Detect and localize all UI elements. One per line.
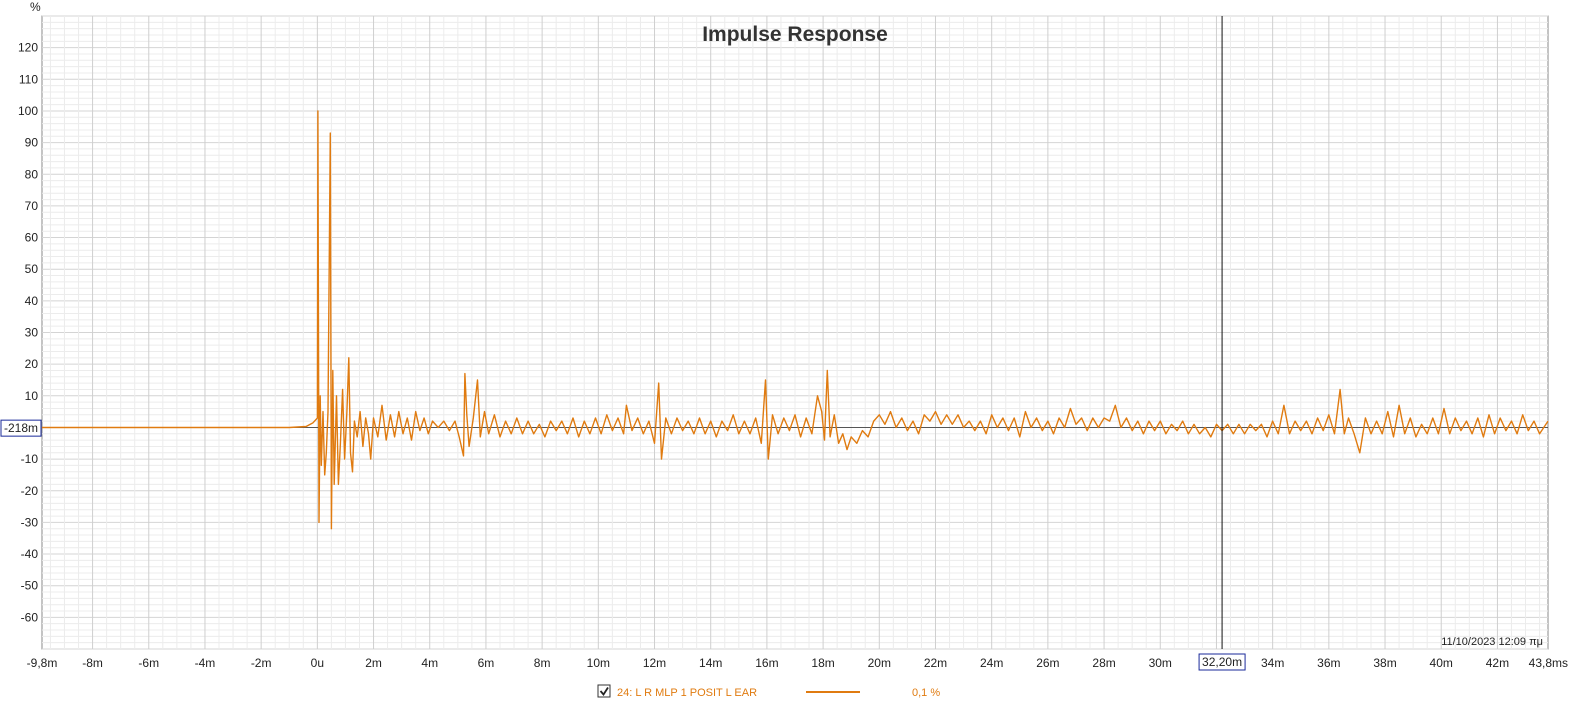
y-tick-label: 110	[19, 72, 38, 86]
x-axis-ticks: -9,8m -8m -6m -4m -2m 0u 2m 4m 6m 8m 10m 12m 14m 16m 1…	[27, 656, 1568, 670]
y-axis-ticks: 120 110 100 90 80 70 60 50 40 30 20 10 -10 -20 -30 -40 -…	[18, 41, 38, 625]
x-tick-label: -4m	[195, 656, 216, 670]
x-tick-label: 10m	[587, 656, 610, 670]
x-tick-label: 38m	[1373, 656, 1396, 670]
y-tick-label: -50	[21, 579, 39, 593]
y-tick-label: -30	[21, 515, 39, 529]
y-tick-label: 80	[25, 167, 39, 181]
legend-checkbox[interactable]	[597, 684, 611, 698]
y-tick-label: 70	[25, 199, 39, 213]
y-tick-label: 50	[25, 262, 39, 276]
cursor-x-readout: 32,20m	[1202, 655, 1242, 669]
y-tick-label: 120	[18, 41, 38, 55]
y-tick-label: -20	[21, 484, 39, 498]
chart-title: Impulse Response	[702, 23, 888, 46]
x-tick-label: 18m	[811, 656, 834, 670]
x-tick-label: 4m	[421, 656, 438, 670]
grid-lines	[42, 15, 1548, 650]
y-tick-label: 10	[25, 389, 39, 403]
y-tick-label: 40	[25, 294, 39, 308]
x-tick-label: -2m	[251, 656, 272, 670]
x-tick-label: 12m	[643, 656, 666, 670]
y-tick-label: 20	[25, 357, 39, 371]
legend-series-label[interactable]: 24: L R MLP 1 POSIT L EAR	[617, 687, 757, 699]
x-tick-label: 43,8ms	[1529, 656, 1568, 670]
y-axis-unit-label: %	[30, 0, 41, 14]
x-tick-label: 8m	[534, 656, 551, 670]
x-tick-label: 22m	[924, 656, 947, 670]
x-tick-label: 16m	[755, 656, 778, 670]
x-tick-label: 36m	[1317, 656, 1340, 670]
y-tick-label: 90	[25, 136, 39, 150]
y-tick-label: 100	[18, 104, 38, 118]
x-tick-label: -9,8m	[27, 656, 58, 670]
impulse-response-chart[interactable]: -218m 32,20m 120 110 100 90 80 70 60 50 40 30 20 10 -…	[0, 0, 1590, 717]
x-tick-label: 26m	[1036, 656, 1059, 670]
x-tick-label: 30m	[1149, 656, 1172, 670]
x-tick-label: 40m	[1430, 656, 1453, 670]
y-tick-label: 30	[25, 326, 39, 340]
x-tick-label: -6m	[138, 656, 159, 670]
x-tick-label: 34m	[1261, 656, 1284, 670]
y-tick-label: -10	[21, 452, 39, 466]
legend-smoothing-label: 0,1 %	[912, 687, 940, 699]
x-tick-label: 0u	[311, 656, 324, 670]
x-tick-label: 6m	[478, 656, 495, 670]
y-tick-label: -60	[21, 610, 39, 624]
y-tick-label: 60	[25, 231, 39, 245]
x-tick-label: 28m	[1092, 656, 1115, 670]
x-tick-label: 14m	[699, 656, 722, 670]
x-tick-label: 24m	[980, 656, 1003, 670]
cursor-y-readout: -218m	[4, 421, 38, 435]
x-tick-label: 2m	[365, 656, 382, 670]
x-tick-label: 42m	[1486, 656, 1509, 670]
x-tick-label: -8m	[82, 656, 103, 670]
legend: 24: L R MLP 1 POSIT L EAR 0,1 %	[597, 684, 940, 699]
x-tick-label: 20m	[868, 656, 891, 670]
timestamp-label: 11/10/2023 12:09 πμ	[1441, 636, 1543, 648]
y-tick-label: -40	[21, 547, 39, 561]
